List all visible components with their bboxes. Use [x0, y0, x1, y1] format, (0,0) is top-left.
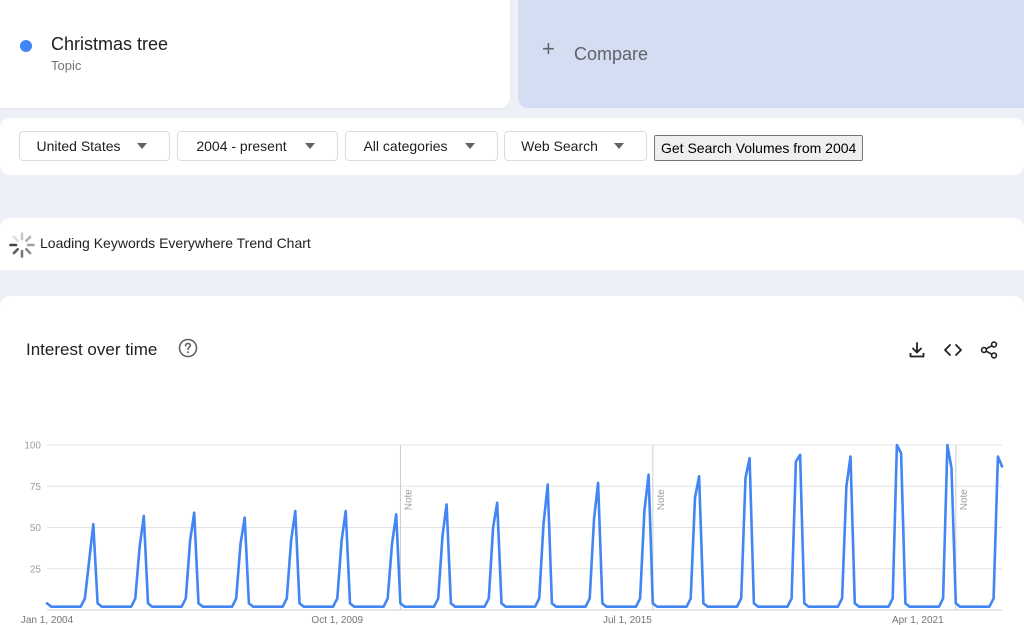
x-tick-label: Jul 1, 2015 — [603, 615, 652, 625]
download-icon[interactable] — [907, 340, 927, 360]
x-tick-label: Jan 1, 2004 — [21, 615, 74, 625]
plus-icon: + — [542, 36, 555, 61]
y-tick-label: 50 — [30, 523, 42, 534]
trends-page: Christmas tree Topic + Compare United St… — [0, 0, 1024, 625]
y-tick-label: 100 — [24, 441, 41, 452]
search-type-dropdown[interactable]: Web Search — [504, 131, 647, 161]
compare-button[interactable]: + Compare — [518, 0, 1024, 108]
loading-spinner-icon — [9, 232, 35, 258]
category-dropdown-label: All categories — [363, 138, 448, 154]
interest-over-time-card: 25 50 75 100 Note Note Note Jan 1, 2004 Oct 1, 2… — [0, 296, 1024, 625]
y-tick-label: 25 — [30, 564, 42, 575]
get-search-volumes-button[interactable]: Get Search Volumes from 2004 — [654, 135, 864, 161]
loading-text: Loading Keywords Everywhere Trend Chart — [40, 235, 311, 251]
search-term-card[interactable]: Christmas tree Topic — [0, 0, 510, 108]
caret-down-icon — [137, 143, 147, 149]
note-label: Note — [959, 489, 970, 511]
term-type: Topic — [51, 58, 82, 73]
x-tick-label: Oct 1, 2009 — [311, 615, 363, 625]
term-name[interactable]: Christmas tree — [51, 34, 168, 55]
time-range-dropdown-label: 2004 - present — [196, 138, 287, 154]
keywords-everywhere-loading: Loading Keywords Everywhere Trend Chart — [0, 218, 1024, 270]
caret-down-icon — [305, 143, 315, 149]
caret-down-icon — [614, 143, 624, 149]
x-tick-label: Apr 1, 2021 — [892, 615, 944, 625]
category-dropdown[interactable]: All categories — [345, 131, 498, 161]
caret-down-icon — [465, 143, 475, 149]
filter-bar: United States 2004 - present All categor… — [0, 118, 1024, 175]
y-tick-label: 75 — [30, 482, 42, 493]
term-color-dot — [20, 40, 32, 52]
region-dropdown[interactable]: United States — [19, 131, 170, 161]
share-icon[interactable] — [979, 340, 999, 360]
compare-label: Compare — [574, 44, 649, 64]
note-label: Note — [403, 489, 414, 511]
time-range-dropdown[interactable]: 2004 - present — [177, 131, 338, 161]
series-line — [45, 443, 1004, 608]
search-type-dropdown-label: Web Search — [521, 138, 598, 154]
note-label: Note — [656, 489, 667, 511]
chart-title: Interest over time — [26, 340, 158, 359]
region-dropdown-label: United States — [36, 138, 121, 154]
embed-icon[interactable] — [943, 340, 963, 360]
help-icon[interactable] — [178, 338, 198, 358]
